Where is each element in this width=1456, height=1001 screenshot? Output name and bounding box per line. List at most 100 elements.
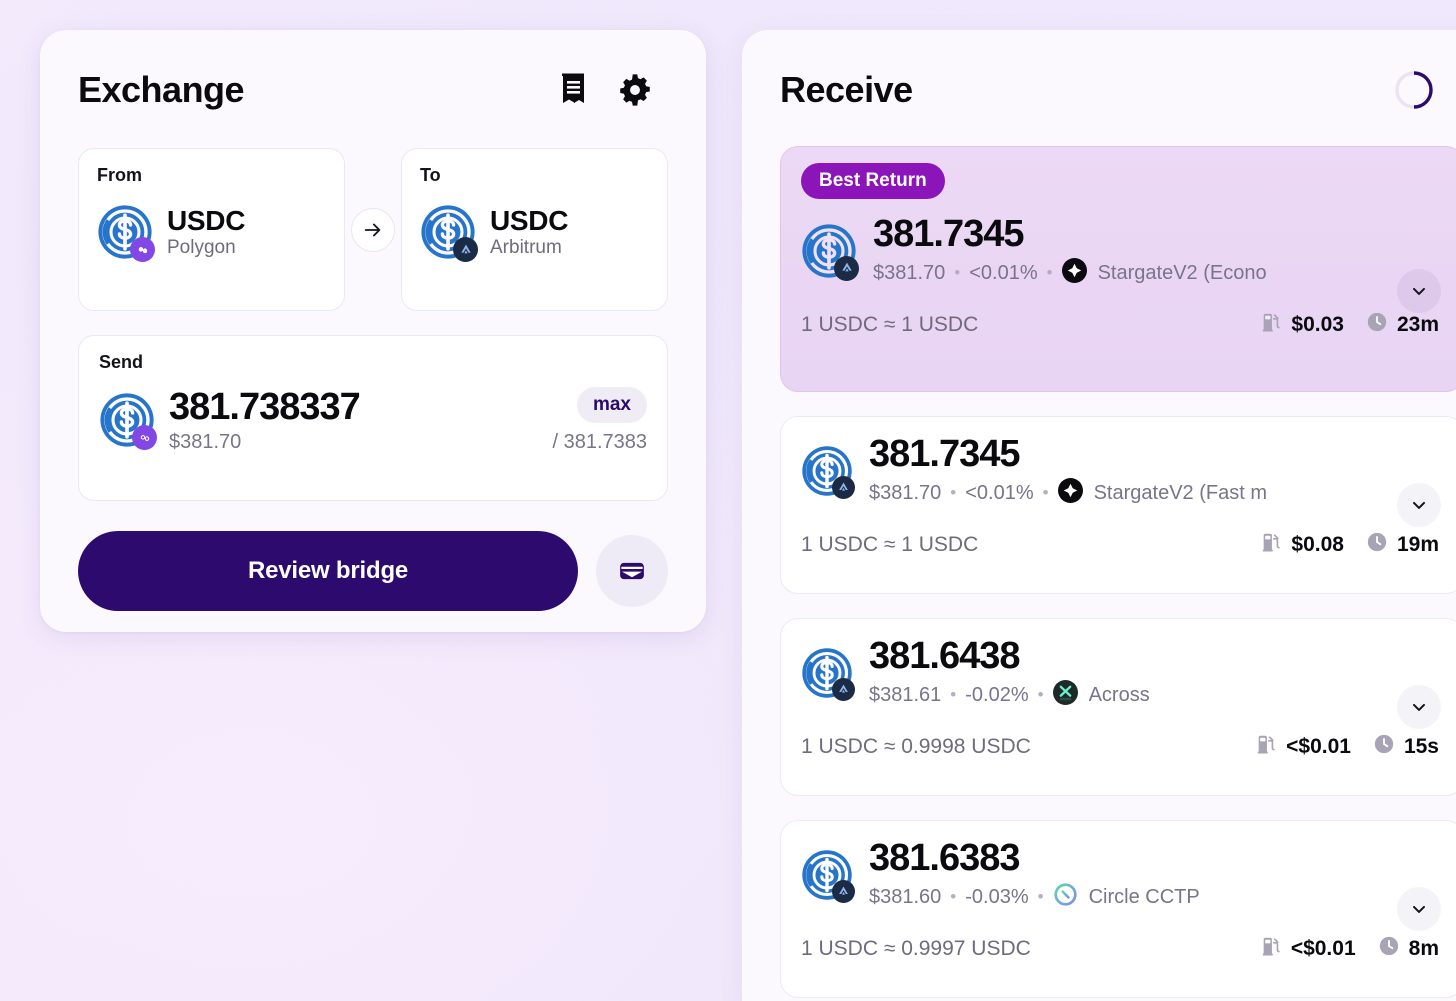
to-token-symbol: USDC: [490, 204, 569, 236]
quote-card[interactable]: 381.7345 $381.70 • <0.01% • StargateV2 (…: [780, 416, 1456, 594]
separator-dot: •: [950, 483, 957, 503]
route-selector: From USDC Polygon To USDC Arbitrum: [78, 148, 668, 311]
quote-gas: $0.03: [1260, 311, 1344, 339]
gas-pump-icon: [1260, 311, 1282, 339]
quote-diff: <0.01%: [965, 481, 1034, 504]
receive-title: Receive: [780, 69, 913, 110]
send-balance: / 381.7383: [552, 431, 647, 453]
receipt-icon[interactable]: [558, 73, 590, 107]
usdc-icon: [801, 223, 859, 281]
quote-provider: StargateV2 (Econo: [1097, 261, 1267, 284]
from-label: From: [97, 165, 142, 185]
quote-rate: 1 USDC ≈ 0.9997 USDC: [801, 936, 1031, 960]
quote-time: 8m: [1378, 935, 1439, 963]
quote-time-value: 8m: [1408, 936, 1439, 960]
stargate-icon: [1057, 477, 1083, 509]
clock-icon: [1378, 935, 1400, 963]
quote-gas-value: <$0.01: [1290, 936, 1356, 960]
quote-time: 23m: [1366, 311, 1439, 339]
quote-rate: 1 USDC ≈ 1 USDC: [801, 532, 979, 556]
exchange-panel: Exchange From USDC Polygon To USDC Arbit…: [40, 30, 706, 632]
chevron-down-icon[interactable]: [1397, 483, 1441, 527]
quote-rate: 1 USDC ≈ 0.9998 USDC: [801, 734, 1031, 758]
quote-card[interactable]: 381.6438 $381.61 • -0.02% • Across 1 USD…: [780, 618, 1456, 796]
quote-time-value: 23m: [1396, 312, 1439, 336]
stargate-icon: [1061, 257, 1087, 289]
quote-time-value: 19m: [1396, 532, 1439, 556]
to-label: To: [420, 165, 441, 185]
send-card: Send 381.738337 $381.70 max / 381.7383: [78, 335, 668, 501]
clock-icon: [1366, 531, 1388, 559]
from-chain-name: Polygon: [167, 237, 236, 259]
page-title: Exchange: [78, 69, 245, 110]
chevron-down-icon[interactable]: [1397, 269, 1441, 313]
quote-diff: -0.03%: [965, 885, 1029, 908]
quote-card-best[interactable]: Best Return 381.7345 $381.70 • <0.01% •: [780, 146, 1456, 392]
cta-row: Review bridge: [78, 531, 668, 611]
quote-usd-value: $381.61: [869, 683, 942, 706]
usdc-icon: [97, 204, 155, 262]
quote-diff: -0.02%: [965, 683, 1029, 706]
across-icon: [1052, 679, 1078, 711]
polygon-icon: [130, 237, 155, 262]
arbitrum-icon: [832, 475, 855, 499]
chevron-down-icon[interactable]: [1397, 685, 1441, 729]
arrow-right-icon[interactable]: [351, 207, 395, 252]
quote-amount: 381.7345: [869, 433, 1021, 475]
quote-provider: Circle CCTP: [1088, 885, 1200, 908]
quote-diff: <0.01%: [969, 261, 1038, 284]
quote-gas: <$0.01: [1260, 935, 1356, 963]
spinner-icon: [1392, 68, 1436, 112]
send-amount-input[interactable]: 381.738337: [169, 386, 361, 429]
separator-dot: •: [1046, 263, 1053, 283]
arbitrum-icon: [832, 677, 855, 701]
quote-time: 15s: [1373, 733, 1439, 761]
wallet-icon[interactable]: [596, 535, 668, 607]
arbitrum-icon: [834, 255, 859, 281]
quote-amount: 381.7345: [873, 213, 1025, 255]
arbitrum-icon: [453, 237, 478, 262]
quote-gas-value: <$0.01: [1286, 734, 1351, 758]
exchange-header: Exchange: [78, 62, 668, 118]
quote-time-value: 15s: [1403, 734, 1439, 758]
quote-gas-value: $0.03: [1291, 312, 1344, 336]
send-label: Send: [99, 352, 144, 372]
receive-header: Receive: [780, 62, 1456, 118]
send-usd-value: $381.70: [169, 430, 242, 453]
quote-provider: StargateV2 (Fast m: [1093, 481, 1267, 504]
quote-usd-value: $381.70: [873, 261, 946, 284]
separator-dot: •: [950, 685, 957, 705]
gear-icon[interactable]: [618, 73, 652, 107]
gas-pump-icon: [1260, 531, 1282, 559]
from-token-symbol: USDC: [167, 204, 246, 236]
quote-gas: $0.08: [1260, 531, 1344, 559]
quote-gas: <$0.01: [1255, 733, 1351, 761]
quote-amount: 381.6438: [869, 635, 1021, 677]
status-badge: Best Return: [801, 163, 945, 199]
separator-dot: •: [1037, 887, 1044, 907]
separator-dot: •: [950, 887, 957, 907]
from-chain-card[interactable]: From USDC Polygon: [78, 148, 345, 311]
quote-gas-value: $0.08: [1291, 532, 1344, 556]
separator-dot: •: [954, 263, 961, 283]
max-button[interactable]: max: [576, 387, 647, 423]
usdc-icon: [99, 392, 157, 451]
clock-icon: [1373, 733, 1395, 761]
gas-pump-icon: [1260, 935, 1282, 963]
circle-cctp-icon: [1053, 882, 1078, 913]
chevron-down-icon[interactable]: [1397, 887, 1441, 931]
quote-usd-value: $381.60: [869, 885, 942, 908]
quote-usd-value: $381.70: [869, 481, 942, 504]
review-bridge-button[interactable]: Review bridge: [78, 531, 578, 611]
quote-card[interactable]: 381.6383 $381.60 • -0.03% • Circle CCTP …: [780, 820, 1456, 998]
to-chain-card[interactable]: To USDC Arbitrum: [401, 148, 668, 311]
usdc-icon: [801, 849, 855, 903]
quote-rate: 1 USDC ≈ 1 USDC: [801, 312, 979, 336]
quote-provider: Across: [1088, 683, 1150, 706]
gas-pump-icon: [1255, 733, 1277, 761]
receive-panel: Receive Best Return 381.7345 $381.70 • <…: [742, 30, 1456, 1001]
separator-dot: •: [1037, 685, 1044, 705]
clock-icon: [1366, 311, 1388, 339]
usdc-icon: [801, 647, 855, 701]
usdc-icon: [801, 445, 855, 499]
